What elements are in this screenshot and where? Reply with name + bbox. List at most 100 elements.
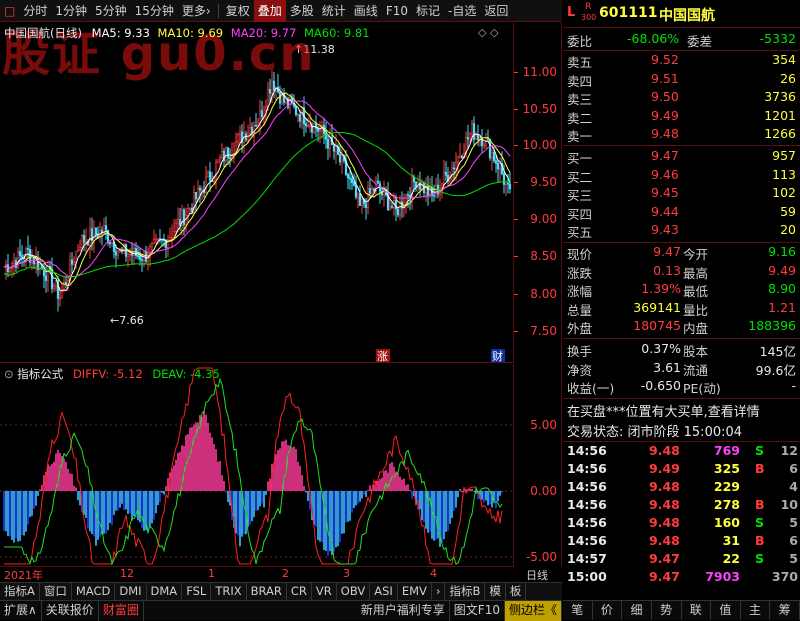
indicator-bar bbox=[297, 461, 299, 491]
indicator-tab[interactable]: VR bbox=[312, 583, 337, 601]
candle-body bbox=[482, 144, 486, 147]
candle-body bbox=[204, 176, 208, 193]
candle-body bbox=[104, 225, 108, 231]
candle-body bbox=[496, 162, 500, 170]
tick-volume: 325 bbox=[713, 461, 740, 476]
indicator-tab[interactable]: 模 bbox=[485, 583, 506, 601]
indicator-tab[interactable]: › bbox=[432, 583, 446, 601]
tick-count: 5 bbox=[789, 551, 798, 566]
indicator-tab[interactable]: TRIX bbox=[211, 583, 247, 601]
quote-side-tab[interactable]: 笔 bbox=[563, 601, 593, 620]
indicator-bar bbox=[203, 411, 205, 491]
indicator-menu-icon[interactable]: ⊙ bbox=[4, 367, 14, 381]
candle-body bbox=[360, 199, 364, 206]
bottom-bar-link[interactable]: 图文F10 bbox=[450, 600, 505, 621]
indicator-tab[interactable]: 板 bbox=[506, 583, 527, 601]
indicator-chart[interactable] bbox=[0, 364, 514, 567]
chart-diamond-icon[interactable]: ◇ ◇ bbox=[478, 26, 498, 39]
candle-body bbox=[346, 173, 350, 179]
candle-body bbox=[136, 255, 140, 257]
stat-label: 量比 bbox=[683, 302, 709, 318]
indicator-bar bbox=[335, 491, 337, 548]
quote-side-tab[interactable]: 势 bbox=[652, 601, 682, 620]
bid-row: 买三 9.45 102 bbox=[563, 185, 800, 203]
indicator-bar bbox=[107, 491, 109, 531]
indicator-bar bbox=[291, 447, 293, 491]
date-label: 2021年 bbox=[4, 569, 43, 582]
indicator-tab[interactable]: MACD bbox=[72, 583, 116, 601]
indicator-tab[interactable]: 指标A bbox=[0, 583, 40, 601]
cai-badge-text: 财 bbox=[492, 349, 503, 363]
tick-mark bbox=[514, 331, 518, 332]
big-order-notice[interactable]: 在买盘***位置有大买单,查看详情 bbox=[567, 401, 760, 420]
quote-side-tab[interactable]: 主 bbox=[741, 601, 771, 620]
period-label[interactable]: 日线 bbox=[526, 567, 548, 583]
bottom-bar-item[interactable]: 扩展∧ bbox=[0, 600, 42, 621]
indicator-tab[interactable]: DMA bbox=[147, 583, 183, 601]
candle-body bbox=[18, 251, 22, 256]
candle-body bbox=[504, 182, 508, 185]
candle-body bbox=[354, 185, 358, 198]
toolbar-item[interactable]: 统计 bbox=[318, 0, 350, 22]
indicator-bar bbox=[173, 465, 175, 491]
indicator-tab[interactable]: OBV bbox=[337, 583, 371, 601]
candle-body bbox=[294, 105, 298, 115]
indicator-name[interactable]: 指标公式 bbox=[17, 367, 63, 381]
ma-legend: 中国国航(日线) MA5: 9.33 MA10: 9.69 MA20: 9.77… bbox=[4, 25, 370, 41]
indicator-tabs: 指标A 窗口 MACD DMI DMA FSL TRIX BRAR CR VR OBV ASI EMV ›… bbox=[0, 582, 562, 601]
candle-body bbox=[108, 242, 112, 244]
candle-body bbox=[350, 178, 354, 183]
bottom-bar-item[interactable]: 关联报价 bbox=[42, 600, 99, 621]
indicator-tab[interactable]: DMI bbox=[115, 583, 147, 601]
bottom-bar-link[interactable]: 新用户福利专享 bbox=[357, 600, 450, 621]
indicator-tab[interactable]: FSL bbox=[182, 583, 212, 601]
indicator-bar bbox=[257, 491, 259, 511]
indicator-tab[interactable]: CR bbox=[287, 583, 312, 601]
bottom-bar-item[interactable]: 财富圈 bbox=[99, 600, 144, 621]
indicator-bar bbox=[113, 491, 115, 515]
indicator-tab[interactable]: 窗口 bbox=[40, 583, 72, 601]
indicator-bar bbox=[109, 491, 111, 524]
candle-body bbox=[206, 171, 210, 178]
candle-body bbox=[78, 247, 82, 251]
indicator-bar bbox=[499, 491, 501, 496]
status-row: 交易状态: 闭市阶段 15:00:04 bbox=[563, 421, 800, 440]
candle-body bbox=[188, 208, 192, 210]
toolbar-item[interactable]: -自选 bbox=[444, 0, 480, 22]
indicator-tab[interactable]: ASI bbox=[370, 583, 398, 601]
indicator-tab[interactable]: 指标B bbox=[445, 583, 486, 601]
fin-label: 净资 bbox=[567, 362, 593, 378]
toolbar-item[interactable]: 画线 bbox=[350, 0, 382, 22]
quote-side-tab[interactable]: 筹 bbox=[770, 601, 800, 620]
weibi-value: -68.06% bbox=[627, 31, 680, 46]
toolbar-item[interactable]: 标记 bbox=[412, 0, 444, 22]
indicator-bar bbox=[409, 489, 411, 491]
candle-body bbox=[306, 125, 310, 127]
indicator-bar bbox=[51, 463, 53, 491]
indicator-bar bbox=[69, 473, 71, 491]
indicator-bar bbox=[301, 475, 303, 491]
indicator-bar bbox=[205, 414, 207, 491]
toolbar-item[interactable]: F10 bbox=[382, 0, 412, 22]
candle-body bbox=[394, 199, 398, 210]
bottom-bar-link[interactable]: 侧边栏《 bbox=[504, 600, 562, 621]
tick-count: 6 bbox=[789, 461, 798, 476]
quote-side-tab[interactable]: 值 bbox=[711, 601, 741, 620]
tick-time: 14:56 bbox=[567, 533, 607, 548]
quote-side-tab[interactable]: 细 bbox=[622, 601, 652, 620]
indicator-bar bbox=[403, 478, 405, 491]
fin-value: -0.650 bbox=[640, 378, 681, 394]
indicator-bar bbox=[29, 491, 31, 518]
indicator-bar bbox=[123, 491, 125, 511]
candle-body bbox=[396, 208, 400, 216]
quote-side-tab[interactable]: 联 bbox=[682, 601, 712, 620]
quote-side-tab[interactable]: 价 bbox=[593, 601, 623, 620]
indicator-bar bbox=[279, 448, 281, 491]
candle-body bbox=[332, 144, 336, 152]
ask-volume: 26 bbox=[780, 70, 796, 86]
fin-value: 3.61 bbox=[653, 359, 681, 375]
indicator-tab[interactable]: BRAR bbox=[247, 583, 287, 601]
indicator-bar bbox=[157, 491, 159, 506]
indicator-tab[interactable]: EMV bbox=[398, 583, 432, 601]
toolbar-item[interactable]: 返回 bbox=[480, 0, 512, 22]
